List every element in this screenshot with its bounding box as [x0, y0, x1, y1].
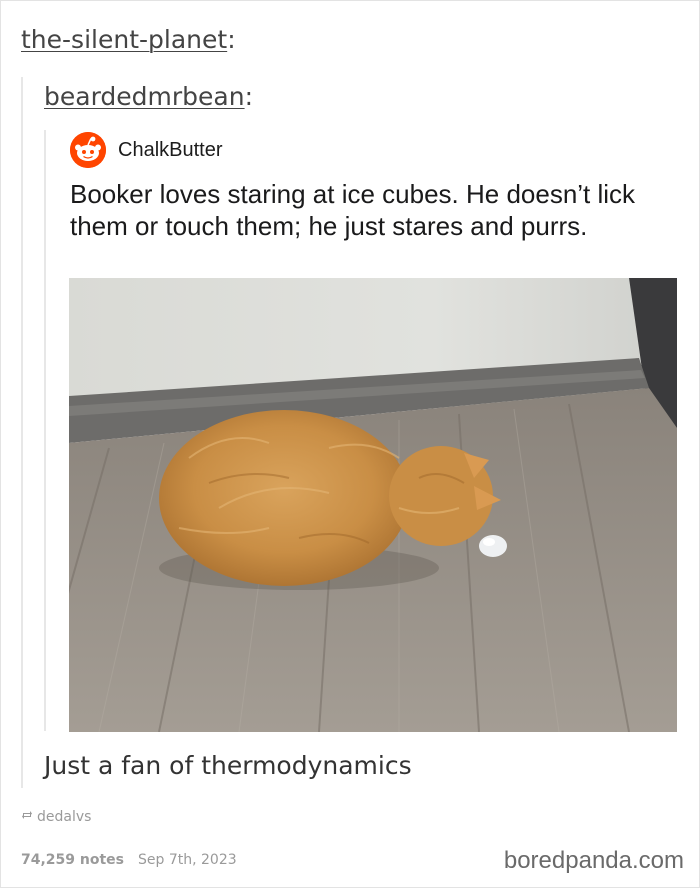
notes-count[interactable]: 74,259 notes — [21, 852, 124, 868]
op-username-link[interactable]: the-silent-planet — [21, 25, 227, 54]
reblogger-colon: : — [244, 82, 254, 111]
reddit-screenshot: ChalkButter Booker loves staring at ice … — [56, 118, 680, 732]
quote-bar-inner — [44, 130, 46, 731]
reblogged-from-link[interactable]: dedalvs — [37, 809, 91, 825]
reblog-icon — [21, 809, 33, 825]
reddit-post-title: Booker loves staring at ice cubes. He do… — [70, 179, 636, 241]
op-colon: : — [227, 25, 236, 54]
post-date[interactable]: Sep 7th, 2023 — [138, 852, 237, 868]
reddit-snoo-icon — [70, 132, 106, 168]
reblog-source[interactable]: dedalvs — [21, 809, 91, 825]
op-header: the-silent-planet: — [21, 22, 236, 58]
quote-bar-outer — [21, 77, 23, 788]
cat-photo[interactable] — [69, 278, 677, 732]
reddit-username: ChalkButter — [118, 138, 223, 161]
reddit-post-header: ChalkButter — [70, 132, 223, 168]
watermark: boredpanda.com — [503, 847, 684, 874]
reblogger-header: beardedmrbean: — [44, 79, 253, 115]
post-caption: Just a fan of thermodynamics — [44, 751, 412, 780]
reblogger-username-link[interactable]: beardedmrbean — [44, 82, 245, 111]
post-footer: 74,259 notes Sep 7th, 2023 — [21, 852, 237, 868]
